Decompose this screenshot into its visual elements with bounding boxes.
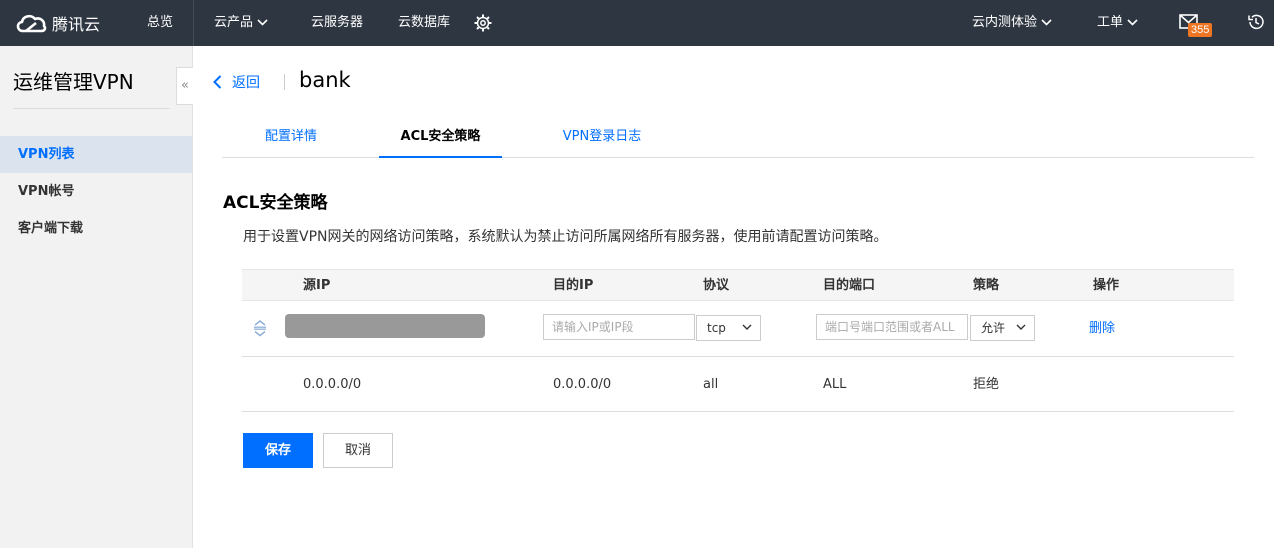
cancel-button[interactable]: 取消 [323, 433, 393, 468]
cell-policy: 拒绝 [973, 377, 1000, 392]
tab-bar: 配置详情 ACL安全策略 VPN登录日志 [222, 118, 1254, 158]
policy-select-value: 允许 [981, 321, 1006, 335]
sidebar-collapse-button[interactable]: « [176, 67, 193, 105]
drag-handle-icon[interactable] [251, 319, 269, 337]
page-title: bank [299, 68, 351, 92]
history-icon[interactable] [1247, 13, 1265, 31]
column-header-dest-port: 目的端口 [823, 278, 876, 293]
column-header-policy: 策略 [973, 278, 1000, 293]
cloud-logo-icon [16, 14, 47, 33]
section-title: ACL安全策略 [223, 193, 328, 213]
sidebar-title: 运维管理VPN [13, 70, 134, 94]
column-header-src-ip: 源IP [303, 278, 331, 293]
top-navbar: 腾讯云 总览 云产品 云服务器 云数据库 云内测体验 工单 355 [0, 0, 1274, 46]
sidebar-item-client-download[interactable]: 客户端下载 [0, 210, 192, 247]
nav-products[interactable]: 云产品 [214, 0, 268, 46]
table-header: 源IP 目的IP 协议 目的端口 策略 操作 [242, 269, 1234, 301]
gear-icon[interactable] [474, 14, 492, 32]
dest-port-input[interactable]: 端口号端口范围或者ALL [816, 314, 968, 340]
save-button[interactable]: 保存 [243, 433, 313, 468]
nav-cdb[interactable]: 云数据库 [398, 0, 450, 46]
sidebar: 运维管理VPN VPN列表 VPN帐号 客户端下载 [0, 46, 193, 548]
cell-src-ip: 0.0.0.0/0 [303, 377, 362, 392]
sidebar-divider [13, 108, 170, 109]
logo-text: 腾讯云 [52, 15, 101, 34]
chevron-down-icon [1127, 19, 1138, 26]
table-row-edit: 请输入IP或IP段 tcp 端口号端口范围或者ALL 允许 删除 [242, 301, 1234, 357]
cell-dest-ip: 0.0.0.0/0 [553, 377, 612, 392]
nav-products-label: 云产品 [214, 15, 254, 30]
table-row-default: 0.0.0.0/0 0.0.0.0/0 all ALL 拒绝 [242, 357, 1234, 412]
back-link[interactable]: 返回 [213, 72, 260, 92]
nav-beta[interactable]: 云内测体验 [972, 0, 1052, 46]
nav-overview[interactable]: 总览 [147, 0, 173, 46]
nav-ticket-label: 工单 [1097, 15, 1124, 30]
chevron-down-icon [742, 324, 752, 330]
delete-rule-link[interactable]: 删除 [1089, 301, 1115, 357]
chevron-down-icon [1016, 324, 1026, 330]
title-divider [284, 74, 285, 90]
chevron-down-icon [1041, 19, 1052, 26]
nav-beta-label: 云内测体验 [972, 15, 1038, 30]
nav-cvm[interactable]: 云服务器 [311, 0, 363, 46]
protocol-select-value: tcp [707, 321, 726, 335]
cell-protocol: all [703, 377, 719, 392]
back-label: 返回 [232, 75, 260, 91]
tencent-cloud-logo[interactable]: 腾讯云 [14, 10, 100, 36]
column-header-protocol: 协议 [703, 278, 730, 293]
dest-ip-input[interactable]: 请输入IP或IP段 [543, 314, 695, 340]
section-description: 用于设置VPN网关的网络访问策略，系统默认为禁止访问所属网络所有服务器，使用前请… [243, 229, 888, 245]
mail-count-badge: 355 [1188, 23, 1213, 37]
policy-select[interactable]: 允许 [970, 315, 1035, 341]
tab-acl-policy[interactable]: ACL安全策略 [379, 118, 502, 158]
cell-port: ALL [823, 377, 847, 392]
chevron-left-icon [213, 75, 222, 89]
tab-config-details[interactable]: 配置详情 [222, 118, 360, 158]
nav-divider [193, 0, 194, 46]
src-ip-input-redacted[interactable] [285, 314, 485, 338]
column-header-action: 操作 [1093, 278, 1120, 293]
chevron-down-icon [257, 19, 268, 26]
sidebar-item-vpn-account[interactable]: VPN帐号 [0, 173, 192, 210]
sidebar-item-vpn-list[interactable]: VPN列表 [0, 136, 192, 173]
protocol-select[interactable]: tcp [696, 315, 761, 341]
column-header-dest-ip: 目的IP [553, 278, 594, 293]
tab-vpn-login-log[interactable]: VPN登录日志 [540, 118, 664, 158]
nav-ticket[interactable]: 工单 [1097, 0, 1138, 46]
